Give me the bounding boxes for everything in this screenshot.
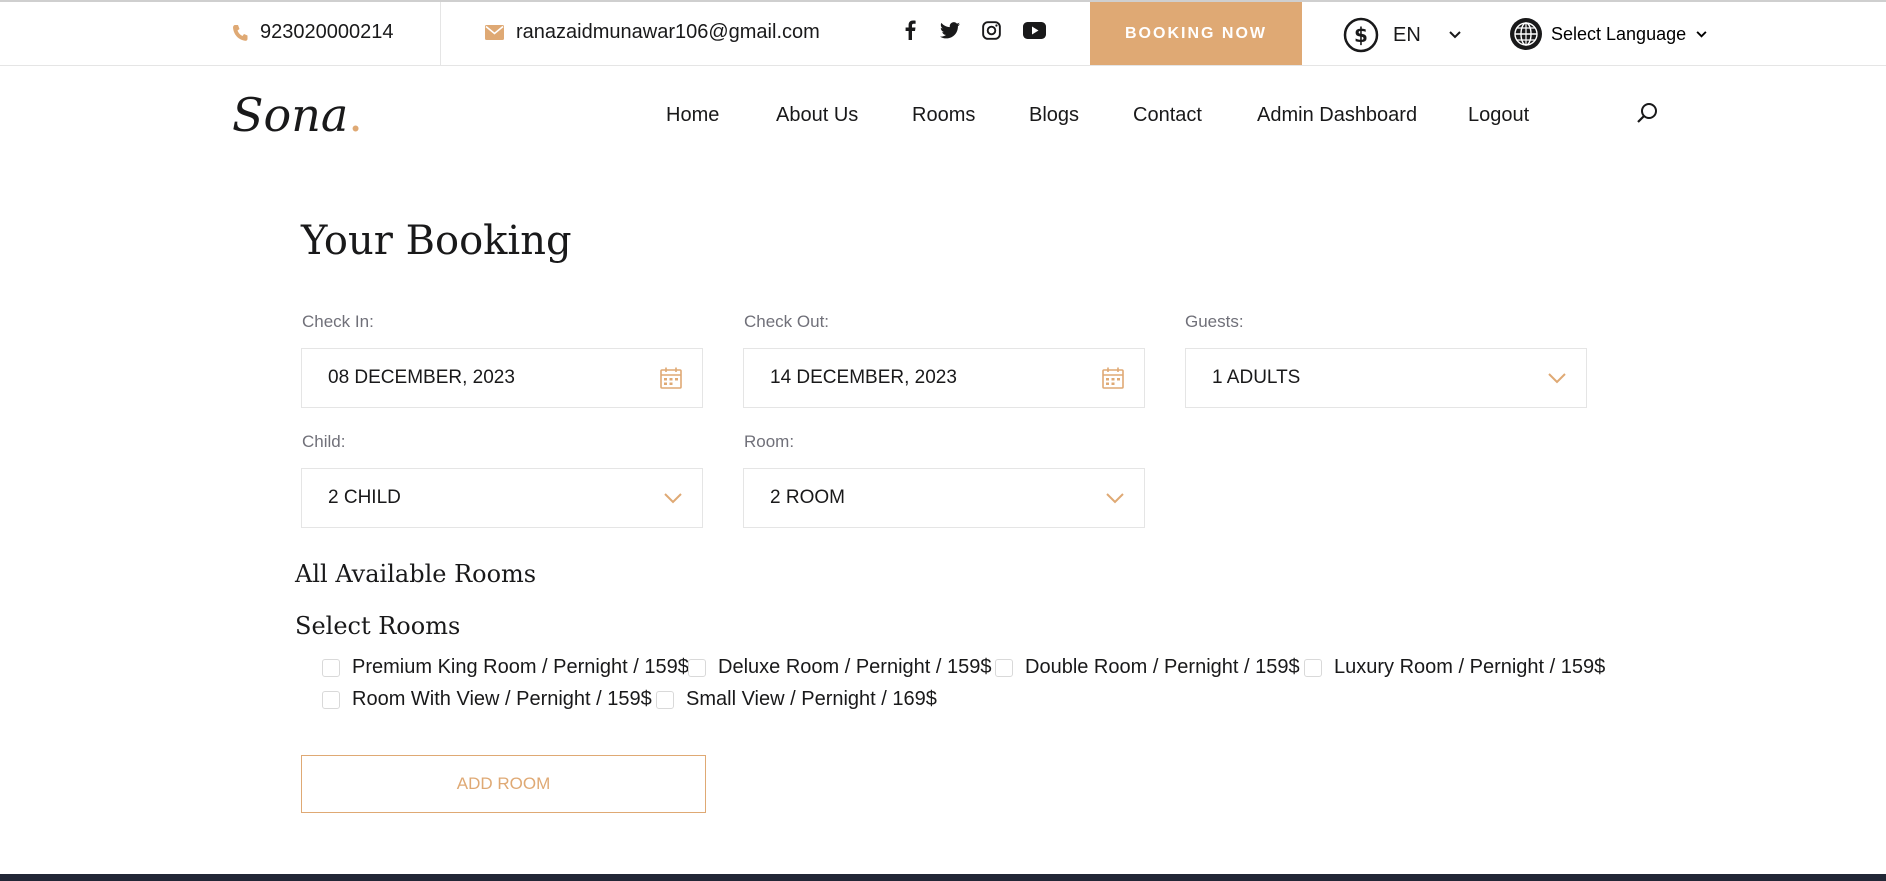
room-value: 2 Room: [770, 487, 845, 508]
check-in-value: 08 December, 2023: [328, 367, 515, 388]
email-address: ranazaidmunawar106@gmail.com: [516, 21, 820, 43]
room-option[interactable]: Luxury Room / Pernight / 159$: [1304, 656, 1605, 679]
chevron-down-icon: [1449, 31, 1461, 39]
room-checkbox[interactable]: [322, 658, 340, 677]
room-option-label: Luxury Room / Pernight / 159$: [1334, 656, 1606, 678]
room-select[interactable]: 2 Room: [743, 468, 1145, 528]
select-language-dropdown[interactable]: Select Language: [1509, 17, 1707, 51]
booking-now-button[interactable]: BOOKING NOW: [1090, 2, 1302, 65]
page-title: Your Booking: [301, 218, 572, 264]
phone-contact[interactable]: 923020000214: [232, 21, 393, 44]
phone-icon: [233, 24, 248, 41]
nav-rooms[interactable]: Rooms: [912, 104, 975, 127]
svg-text:$: $: [1354, 23, 1368, 47]
room-option[interactable]: Double Room / Pernight / 159$: [995, 656, 1300, 679]
room-option-label: Premium King Room / Pernight / 159$: [352, 656, 689, 678]
chevron-down-icon: [1696, 30, 1707, 38]
globe-icon: [1510, 18, 1542, 50]
calendar-icon: [660, 367, 682, 389]
nav-blogs[interactable]: Blogs: [1029, 104, 1079, 127]
room-option-label: Room With View / Pernight / 159$: [352, 688, 652, 710]
social-links: [904, 20, 1046, 40]
room-option-label: Double Room / Pernight / 159$: [1025, 656, 1300, 678]
youtube-icon[interactable]: [1023, 21, 1046, 39]
select-language-label: Select Language: [1551, 23, 1687, 44]
guests-label: Guests:: [1185, 312, 1244, 331]
chevron-down-icon: [664, 493, 682, 504]
divider: [440, 2, 441, 65]
facebook-icon[interactable]: [904, 20, 916, 40]
logo[interactable]: Sona.: [232, 88, 363, 142]
check-out-field[interactable]: 14 December, 2023: [743, 348, 1145, 408]
room-checkbox[interactable]: [688, 658, 706, 677]
chevron-down-icon: [1548, 373, 1566, 384]
logo-text: Sona: [232, 88, 349, 142]
check-in-label: Check In:: [302, 312, 374, 331]
guests-select[interactable]: 1 Adults: [1185, 348, 1587, 408]
dollar-icon: $: [1343, 17, 1379, 53]
room-option[interactable]: Room With View / Pernight / 159$: [322, 688, 652, 711]
room-label: Room:: [744, 432, 795, 451]
child-label: Child:: [302, 432, 346, 451]
search-icon[interactable]: [1636, 102, 1658, 124]
check-out-label: Check Out:: [744, 312, 830, 331]
check-out-value: 14 December, 2023: [770, 367, 957, 388]
chevron-down-icon: [1106, 493, 1124, 504]
room-checkbox[interactable]: [656, 690, 674, 709]
select-rooms-heading: Select Rooms: [295, 612, 461, 640]
logo-dot: .: [348, 88, 363, 142]
phone-number: 923020000214: [260, 21, 394, 43]
instagram-icon[interactable]: [982, 20, 1001, 40]
room-option[interactable]: Small View / Pernight / 169$: [656, 688, 937, 711]
guests-value: 1 Adults: [1212, 367, 1301, 388]
room-checkbox[interactable]: [1304, 658, 1322, 677]
room-option-label: Small View / Pernight / 169$: [686, 688, 937, 710]
room-option-label: Deluxe Room / Pernight / 159$: [718, 656, 992, 678]
child-value: 2 Child: [328, 487, 401, 508]
nav-contact[interactable]: Contact: [1133, 104, 1202, 127]
calendar-icon: [1102, 367, 1124, 389]
check-in-field[interactable]: 08 December, 2023: [301, 348, 703, 408]
twitter-icon[interactable]: [940, 21, 960, 39]
room-checkbox[interactable]: [995, 658, 1013, 677]
room-checkbox[interactable]: [322, 690, 340, 709]
nav-admin-dashboard[interactable]: Admin Dashboard: [1257, 104, 1417, 127]
add-room-button[interactable]: Add Room: [301, 755, 706, 813]
email-contact[interactable]: ranazaidmunawar106@gmail.com: [485, 21, 820, 44]
language-dropdown[interactable]: $ EN: [1343, 17, 1461, 53]
nav-home[interactable]: Home: [666, 104, 719, 127]
nav-logout[interactable]: Logout: [1468, 104, 1529, 127]
room-option[interactable]: Premium King Room / Pernight / 159$: [322, 656, 689, 679]
nav-about-us[interactable]: About Us: [776, 104, 858, 127]
child-select[interactable]: 2 Child: [301, 468, 703, 528]
footer-bar: [0, 874, 1886, 881]
language-code: EN: [1393, 23, 1421, 46]
all-available-rooms-heading: All Available Rooms: [295, 560, 537, 588]
room-option[interactable]: Deluxe Room / Pernight / 159$: [688, 656, 992, 679]
envelope-icon: [485, 25, 504, 40]
